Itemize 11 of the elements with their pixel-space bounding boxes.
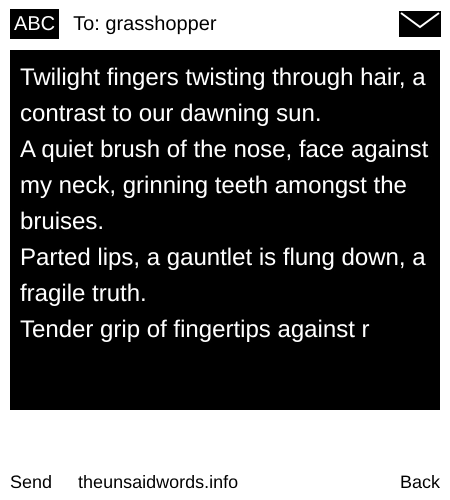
- message-text: Tender grip of fingertips against r: [20, 315, 371, 345]
- back-softkey[interactable]: Back: [400, 468, 440, 496]
- input-mode-label: ABC: [10, 9, 60, 39]
- message-text: Twilight fingers twisting through hair, a contrast to our dawning sun.: [20, 63, 427, 129]
- message-text: A quiet brush of the nose, face against my neck, grinning teeth amongst the bruises.: [20, 135, 430, 237]
- recipient-label: To: grasshopper: [73, 12, 217, 37]
- envelope-icon: [399, 11, 441, 37]
- message-body[interactable]: [10, 50, 440, 410]
- send-softkey[interactable]: Send: [10, 468, 52, 496]
- message-text: Parted lips, a gauntlet is flung down, a fragile truth.: [20, 243, 427, 309]
- website-label: theunsaidwords.info: [78, 470, 238, 494]
